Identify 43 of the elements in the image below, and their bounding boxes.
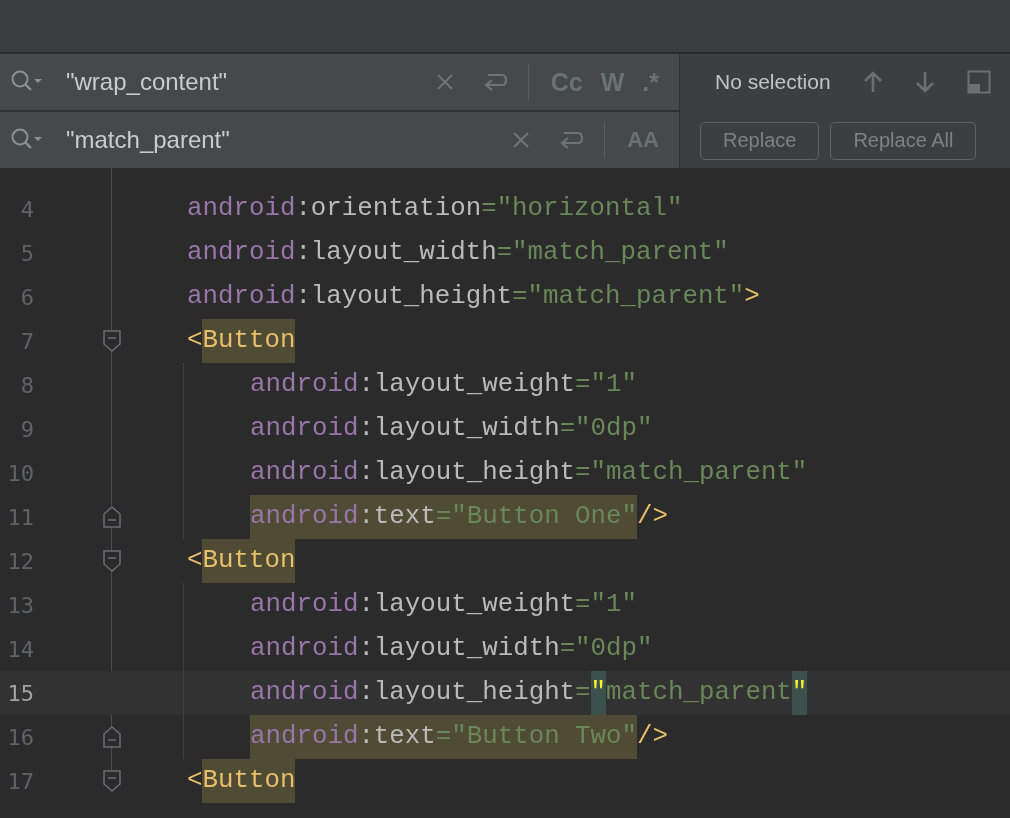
code-line: android:layout_height="match_parent"> [187, 281, 760, 313]
down-arrow-icon[interactable] [914, 69, 935, 94]
code-line: android:text="Button Two"/> [250, 715, 668, 759]
close-icon[interactable] [512, 131, 531, 149]
selection-status: No selection [715, 69, 831, 94]
line-number: 10 [6, 460, 34, 486]
line-number: 14 [6, 636, 34, 662]
line-number: 15 [6, 680, 34, 706]
code-line: <Button [187, 539, 296, 583]
fold-start-icon[interactable] [103, 550, 121, 572]
code-line: android:layout_height="match_parent" [250, 671, 808, 715]
up-arrow-icon[interactable] [862, 69, 883, 94]
code-line: android:layout_width="0dp" [250, 633, 653, 665]
code-line: android:layout_weight="1" [250, 369, 638, 401]
fold-end-icon[interactable] [103, 726, 121, 748]
code-line: android:layout_width="0dp" [250, 413, 653, 445]
fold-end-icon[interactable] [103, 506, 121, 528]
line-number: 16 [6, 724, 34, 750]
close-icon[interactable] [435, 73, 454, 91]
line-number: 7 [19, 328, 34, 354]
replace-field[interactable]: "match_parent" [66, 126, 499, 154]
find-field[interactable]: "wrap_content" [66, 68, 422, 96]
return-arrow-icon[interactable] [558, 129, 585, 151]
line-number: 9 [19, 416, 34, 442]
line-number: 13 [6, 592, 34, 618]
code-line: <Button [187, 759, 296, 803]
code-line: android:text="Button One"/> [250, 495, 668, 539]
search-option-toggle[interactable]: .* [636, 65, 665, 99]
fold-start-icon[interactable] [103, 770, 121, 792]
line-number: 11 [6, 504, 34, 530]
code-line: android:layout_height="match_parent" [250, 457, 808, 489]
line-number: 6 [19, 284, 34, 310]
line-number: 4 [19, 196, 34, 222]
selection-box-icon[interactable] [966, 69, 991, 94]
line-number: 12 [6, 548, 34, 574]
code-line: <Button [187, 319, 296, 363]
line-number: 8 [19, 372, 34, 398]
code-line: android:layout_width="match_parent" [187, 237, 729, 269]
line-number: 5 [19, 240, 34, 266]
line-number: 17 [6, 768, 34, 794]
fold-start-icon[interactable] [103, 330, 121, 352]
code-line: android:orientation="horizontal" [187, 193, 683, 225]
code-line: android:layout_weight="1" [250, 589, 638, 621]
